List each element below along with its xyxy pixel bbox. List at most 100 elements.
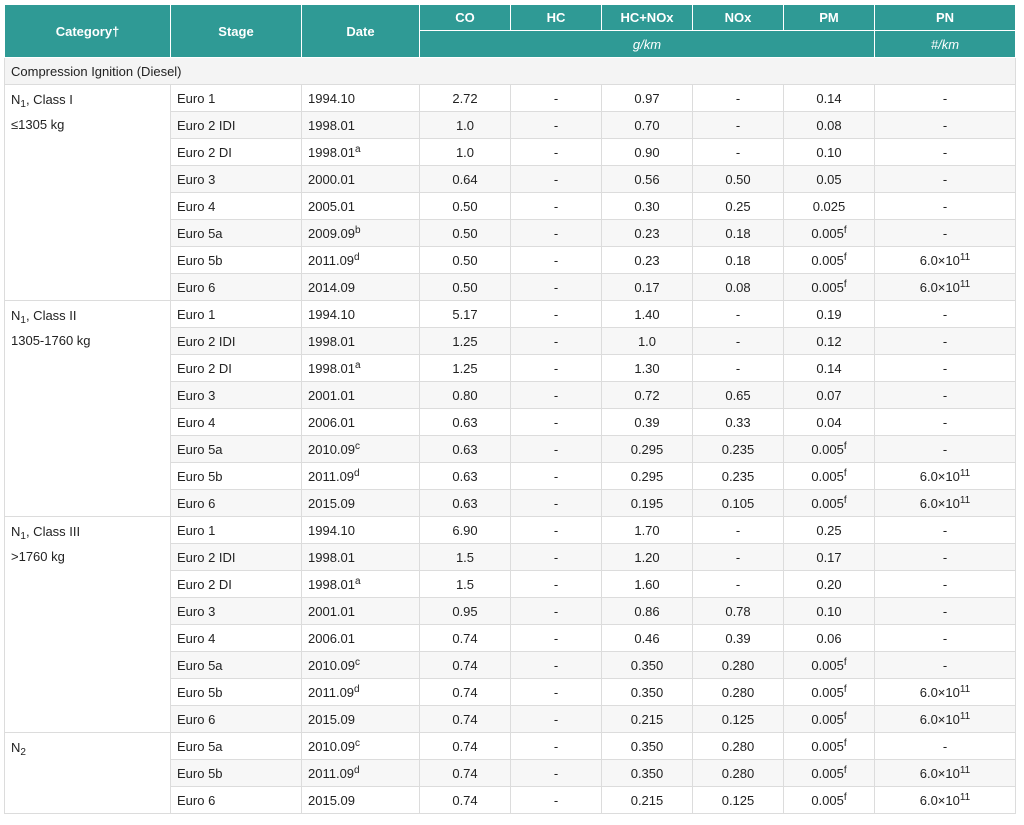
pn-value: - [942,630,948,646]
co-cell: 2.72 [419,84,511,112]
header-co[interactable]: CO [419,4,511,31]
hc-cell: - [510,246,602,274]
nox-cell: 0.125 [692,786,784,814]
pn-cell: 6.0×1011 [874,786,1016,814]
pn-value: - [942,198,948,214]
header-pm[interactable]: PM [783,4,875,31]
nox-cell: 0.235 [692,462,784,490]
pn-cell: - [874,543,1016,571]
hc-cell: - [510,489,602,517]
hcnox-cell: 0.46 [601,624,693,652]
pm-value: 0.10 [816,144,842,160]
pn-value: - [942,360,948,376]
nox-cell: - [692,516,784,544]
nox-cell: - [692,138,784,166]
hc-cell: - [510,165,602,193]
hcnox-cell: 0.215 [601,705,693,733]
section-title: Compression Ignition (Diesel) [4,57,1016,85]
pn-cell: - [874,354,1016,382]
date-cell: 2011.09d [301,462,420,490]
date-value: 1998.01 [308,117,355,133]
pn-cell: 6.0×1011 [874,246,1016,274]
hcnox-cell: 0.86 [601,597,693,625]
hcnox-cell: 0.39 [601,408,693,436]
date-value: 2014.09 [308,279,355,295]
stage-cell: Euro 1 [170,516,302,544]
pn-value: - [942,117,948,133]
header-stage[interactable]: Stage [170,4,302,58]
date-value: 1994.10 [308,306,355,322]
pn-value: - [942,522,948,538]
hc-cell: - [510,543,602,571]
date-cell: 2006.01 [301,408,420,436]
header-category[interactable]: Category† [4,4,171,58]
date-cell: 2005.01 [301,192,420,220]
header-nox[interactable]: NOx [692,4,784,31]
date-footnote: c [355,737,360,749]
date-footnote: d [354,467,360,479]
hcnox-cell: 1.20 [601,543,693,571]
pn-value: 6.0×10 [919,252,960,268]
date-cell: 1998.01a [301,138,420,166]
date-value: 1998.01 [308,333,355,349]
date-footnote: d [354,764,360,776]
co-cell: 0.63 [419,435,511,463]
nox-cell: 0.33 [692,408,784,436]
pn-cell: - [874,732,1016,760]
date-value: 2001.01 [308,603,355,619]
table-row: N1, Class I ≤1305 kg Euro 1 1994.10 2.72-0.9… [4,84,1016,301]
date-footnote: d [354,251,360,263]
hcnox-cell: 1.70 [601,516,693,544]
pm-value: 0.06 [816,630,842,646]
pm-cell: 0.10 [783,138,875,166]
hcnox-cell: 1.30 [601,354,693,382]
pn-value: 6.0×10 [919,495,960,511]
stage-cell: Euro 6 [170,273,302,301]
date-cell: 2011.09d [301,678,420,706]
pm-value: 0.005 [811,495,844,511]
stage-cell: Euro 3 [170,165,302,193]
pm-cell: 0.005f [783,462,875,490]
pn-exponent: 11 [959,683,971,695]
header-pn[interactable]: PN [874,4,1016,31]
pm-footnote: f [843,791,847,803]
pn-cell: - [874,165,1016,193]
stage-cell: Euro 5a [170,732,302,760]
date-cell: 1998.01 [301,111,420,139]
pm-footnote: f [843,494,847,506]
co-cell: 0.63 [419,462,511,490]
hcnox-cell: 0.97 [601,84,693,112]
stage-cell: Euro 1 [170,84,302,112]
category-suffix: , Class II [25,308,77,323]
co-cell: 1.0 [419,138,511,166]
pm-footnote: f [843,656,847,668]
pm-value: 0.04 [816,414,842,430]
header-hcnox[interactable]: HC+NOx [601,4,693,31]
hc-cell: - [510,381,602,409]
nox-cell: - [692,543,784,571]
table-row: N2 Euro 5a 2010.09c 0.74-0.350 0.280 0.005f - [4,732,1016,814]
header-unit-pn: #/km [874,30,1016,58]
stage-cell: Euro 3 [170,381,302,409]
dagger-mark: † [112,23,120,39]
co-cell: 0.74 [419,651,511,679]
nox-cell: 0.50 [692,165,784,193]
pm-value: 0.005 [811,792,844,808]
header-hc[interactable]: HC [510,4,602,31]
date-value: 2005.01 [308,198,355,214]
date-footnote: a [355,143,361,155]
stage-cell: Euro 4 [170,192,302,220]
section-row: Compression Ignition (Diesel) [4,57,1016,85]
stage-cell: Euro 6 [170,705,302,733]
co-cell: 1.25 [419,327,511,355]
stage-cell: Euro 5a [170,651,302,679]
hc-cell: - [510,273,602,301]
pm-footnote: f [843,683,847,695]
hcnox-cell: 0.30 [601,192,693,220]
hc-cell: - [510,678,602,706]
stage-cell: Euro 2 IDI [170,327,302,355]
header-date[interactable]: Date [301,4,420,58]
pm-value: 0.005 [811,468,844,484]
hcnox-cell: 0.350 [601,678,693,706]
date-value: 2000.01 [308,171,355,187]
